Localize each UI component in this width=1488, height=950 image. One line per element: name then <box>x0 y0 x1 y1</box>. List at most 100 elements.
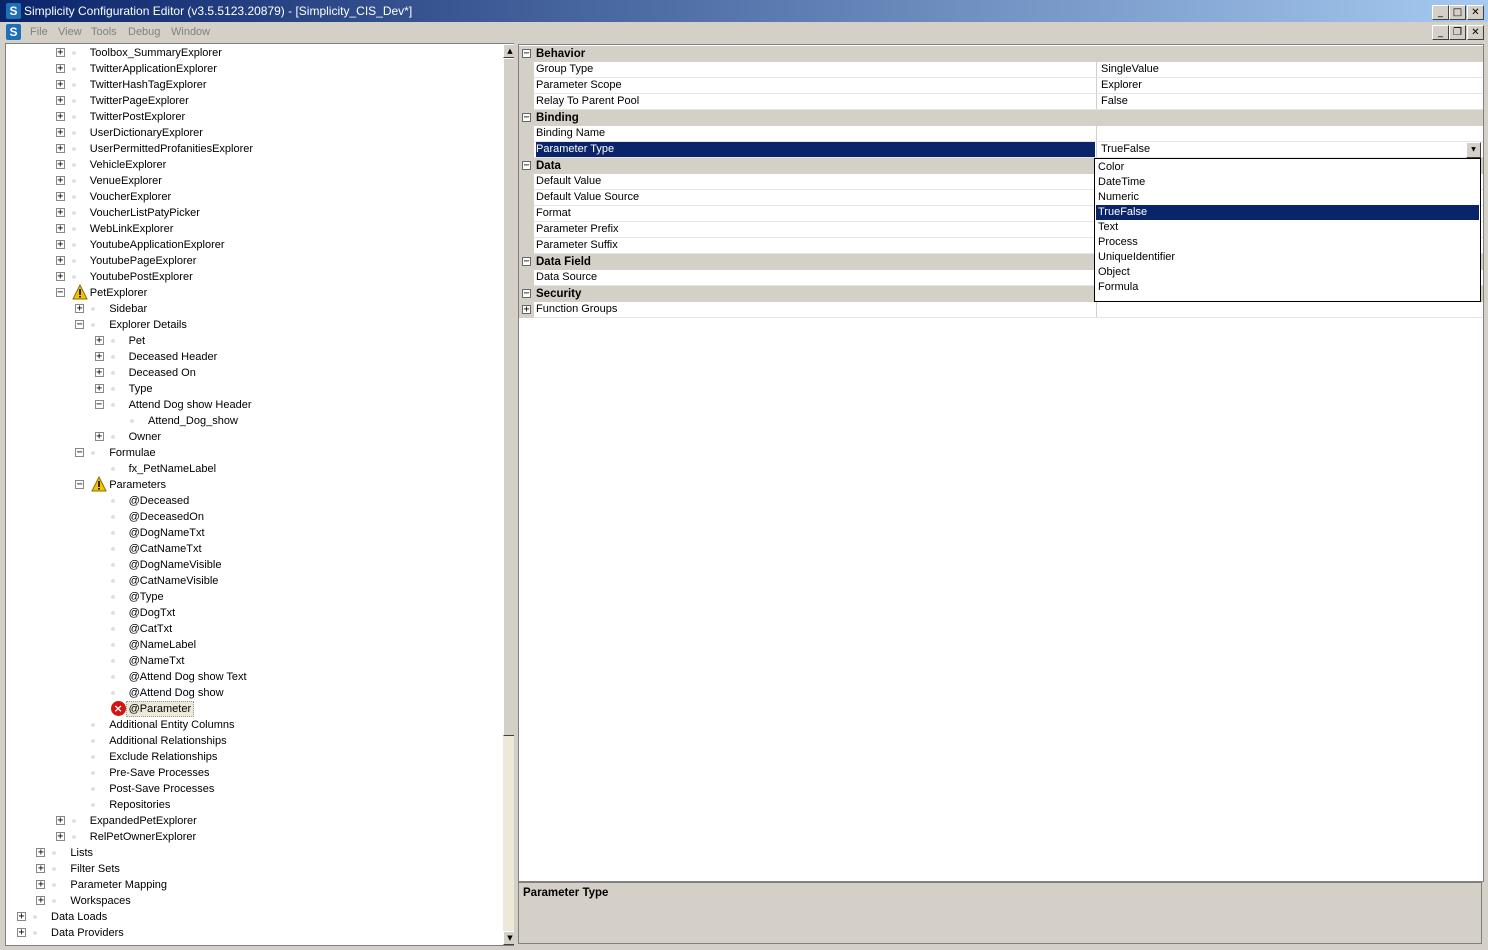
property-name[interactable]: Default Value Source <box>536 190 1095 205</box>
dropdown-option-object[interactable]: Object <box>1096 265 1479 280</box>
expand-icon[interactable]: + <box>17 928 26 938</box>
dropdown-arrow-button[interactable]: ▼ <box>1466 142 1481 158</box>
tree-item-additional-relationships[interactable]: Additional Relationships <box>6 733 515 749</box>
tree-item-parameters[interactable]: − Parameters <box>6 476 515 493</box>
collapse-icon[interactable]: − <box>75 448 85 458</box>
tree-item-attend-dog-show[interactable]: Attend_Dog_show <box>6 413 515 429</box>
dropdown-option-truefalse[interactable]: TrueFalse <box>1096 205 1479 220</box>
property-row-binding-name[interactable]: Binding Name <box>519 126 1483 142</box>
expand-icon[interactable]: + <box>55 96 65 106</box>
tree-item-attend-dog-show-header[interactable]: − Attend Dog show Header <box>6 397 515 413</box>
dropdown-option-uniqueidentifier[interactable]: UniqueIdentifier <box>1096 250 1479 265</box>
expand-icon[interactable]: + <box>55 240 65 250</box>
property-category-binding[interactable]: − Binding <box>519 110 1483 126</box>
expand-icon[interactable]: + <box>55 48 65 58</box>
expand-icon[interactable]: + <box>55 192 65 202</box>
tree-item-voucherexplorer[interactable]: + VoucherExplorer <box>6 189 515 205</box>
tree-item-dognametxt[interactable]: @DogNameTxt <box>6 525 515 541</box>
menu-window[interactable]: Window <box>171 25 210 39</box>
expand-icon[interactable]: + <box>55 64 65 74</box>
tree-item-parameter[interactable]: × @Parameter <box>6 701 515 717</box>
menu-file[interactable]: File <box>30 25 48 39</box>
expand-icon[interactable]: + <box>55 80 65 90</box>
tree-item-type[interactable]: + Type <box>6 381 515 397</box>
tree-item-relpetownerexplorer[interactable]: + RelPetOwnerExplorer <box>6 829 515 845</box>
dropdown-option-formula[interactable]: Formula <box>1096 280 1479 295</box>
expand-icon[interactable]: + <box>55 128 65 138</box>
property-row-function-groups[interactable]: + Function Groups <box>519 302 1483 318</box>
tree-item-twitterpostexplorer[interactable]: + TwitterPostExplorer <box>6 109 515 125</box>
tree-item-explorer-details[interactable]: − Explorer Details <box>6 317 515 333</box>
tree-item-post-save-processes[interactable]: Post-Save Processes <box>6 781 515 797</box>
tree-item-petexplorer[interactable]: − PetExplorer <box>6 284 515 301</box>
dropdown-option-text[interactable]: Text <box>1096 220 1479 235</box>
tree-item-pet[interactable]: + Pet <box>6 333 515 349</box>
expand-icon[interactable]: + <box>75 304 85 314</box>
property-value[interactable]: Explorer <box>1096 78 1482 93</box>
child-close-button[interactable]: ✕ <box>1467 25 1484 40</box>
tree-item-weblinkexplorer[interactable]: + WebLinkExplorer <box>6 221 515 237</box>
property-value[interactable] <box>1096 126 1482 141</box>
dropdown-option-process[interactable]: Process <box>1096 235 1479 250</box>
expand-icon[interactable]: + <box>55 208 65 218</box>
tree-item-twitterpageexplorer[interactable]: + TwitterPageExplorer <box>6 93 515 109</box>
minimize-button[interactable]: _ <box>1432 5 1449 20</box>
tree-item-twitterhashtagexplorer[interactable]: + TwitterHashTagExplorer <box>6 77 515 93</box>
maximize-button[interactable]: □ <box>1449 5 1466 20</box>
expand-icon[interactable]: + <box>94 384 104 394</box>
child-minimize-button[interactable]: _ <box>1432 25 1449 40</box>
child-restore-button[interactable]: ❐ <box>1449 25 1466 40</box>
tree-item-deceased-on[interactable]: + Deceased On <box>6 365 515 381</box>
property-value[interactable]: SingleValue <box>1096 62 1482 77</box>
tree-item-sidebar[interactable]: + Sidebar <box>6 301 515 317</box>
tree-item-dognamevisible[interactable]: @DogNameVisible <box>6 557 515 573</box>
collapse-icon[interactable]: − <box>522 257 531 267</box>
tree-item-exclude-relationships[interactable]: Exclude Relationships <box>6 749 515 765</box>
collapse-icon[interactable]: − <box>55 288 65 298</box>
tree-item-data-providers[interactable]: + Data Providers <box>6 925 515 941</box>
tree-item-twitterapplicationexplorer[interactable]: + TwitterApplicationExplorer <box>6 61 515 77</box>
tree-item-userpermittedprofanitiesexplorer[interactable]: + UserPermittedProfanitiesExplorer <box>6 141 515 157</box>
expand-icon[interactable]: + <box>55 832 65 842</box>
tree-item-dogtxt[interactable]: @DogTxt <box>6 605 515 621</box>
property-value[interactable] <box>1096 302 1482 317</box>
expand-icon[interactable]: + <box>55 256 65 266</box>
mdi-child-icon[interactable]: S <box>6 24 21 40</box>
close-button[interactable]: ✕ <box>1467 5 1484 20</box>
tree-item-pre-save-processes[interactable]: Pre-Save Processes <box>6 765 515 781</box>
property-name[interactable]: Parameter Prefix <box>536 222 1095 237</box>
expand-icon[interactable]: + <box>522 305 531 315</box>
expand-icon[interactable]: + <box>94 336 104 346</box>
tree-item-catnamevisible[interactable]: @CatNameVisible <box>6 573 515 589</box>
tree-item-namelabel[interactable]: @NameLabel <box>6 637 515 653</box>
tree-item-lists[interactable]: + Lists <box>6 845 515 861</box>
menu-view[interactable]: View <box>58 25 82 39</box>
collapse-icon[interactable]: − <box>94 400 104 410</box>
collapse-icon[interactable]: − <box>75 480 85 490</box>
parameter-type-dropdown-list[interactable]: Color DateTime Numeric TrueFalse Text Process… <box>1094 158 1481 302</box>
tree-item-additional-entity-columns[interactable]: Additional Entity Columns <box>6 717 515 733</box>
expand-icon[interactable]: + <box>36 848 46 858</box>
tree-item-youtubeapplicationexplorer[interactable]: + YoutubeApplicationExplorer <box>6 237 515 253</box>
property-name[interactable]: Parameter Type <box>536 142 1095 157</box>
collapse-icon[interactable]: − <box>75 320 85 330</box>
property-name[interactable]: Function Groups <box>536 302 1095 317</box>
tree-item-owner[interactable]: + Owner <box>6 429 515 445</box>
tree-item-deceased[interactable]: @Deceased <box>6 493 515 509</box>
app-icon[interactable]: S <box>6 3 21 19</box>
property-value[interactable]: False <box>1096 94 1482 109</box>
tree-item-repositories[interactable]: Repositories <box>6 797 515 813</box>
property-row-parameter-type[interactable]: Parameter Type TrueFalse ▼ <box>519 142 1483 158</box>
property-name[interactable]: Group Type <box>536 62 1095 77</box>
tree-item-parameter-mapping[interactable]: + Parameter Mapping <box>6 877 515 893</box>
property-row-relay-to-parent-pool[interactable]: Relay To Parent Pool False <box>519 94 1483 110</box>
tree-item-data-loads[interactable]: + Data Loads <box>6 909 515 925</box>
property-row-parameter-scope[interactable]: Parameter Scope Explorer <box>519 78 1483 94</box>
property-row-group-type[interactable]: Group Type SingleValue <box>519 62 1483 78</box>
tree-item-type[interactable]: @Type <box>6 589 515 605</box>
expand-icon[interactable]: + <box>36 896 46 906</box>
tree-item-toolbox-summaryexplorer[interactable]: + Toolbox_SummaryExplorer <box>6 45 515 61</box>
tree-item-venueexplorer[interactable]: + VenueExplorer <box>6 173 515 189</box>
tree-item-cattxt[interactable]: @CatTxt <box>6 621 515 637</box>
dropdown-option-numeric[interactable]: Numeric <box>1096 190 1479 205</box>
